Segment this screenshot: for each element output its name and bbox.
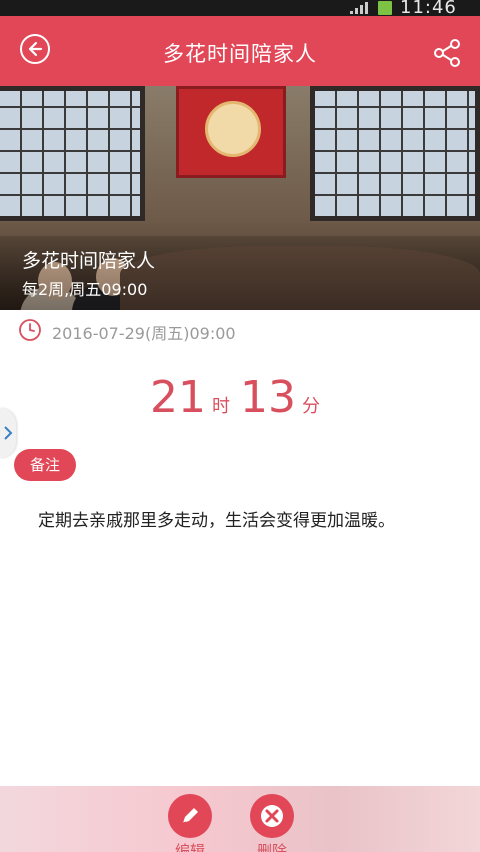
bottom-action-bar: 编辑 删除 — [0, 786, 480, 852]
hero-subtitle: 每2周,周五09:00 — [22, 280, 148, 299]
wall-emblem — [176, 86, 286, 178]
note-text: 定期去亲戚那里多走动，生活会变得更加温暖。 — [38, 511, 395, 531]
signal-icon — [350, 2, 368, 14]
page-title: 多花时间陪家人 — [163, 42, 317, 66]
edit-button[interactable] — [168, 794, 212, 838]
hero-image: 多花时间陪家人 每2周,周五09:00 — [0, 86, 480, 310]
pencil-icon — [182, 808, 198, 824]
edit-label[interactable]: 编辑 — [150, 840, 230, 852]
status-bar: 11:46 — [0, 0, 480, 18]
hero-title: 多花时间陪家人 — [22, 250, 156, 272]
window-right — [310, 86, 480, 221]
chevron-right-icon — [4, 426, 13, 440]
clock-icon — [19, 319, 41, 341]
countdown-minutes-unit: 分 — [302, 396, 320, 417]
side-drawer-handle[interactable] — [0, 408, 16, 458]
window-left — [0, 86, 145, 221]
countdown-hours-unit: 时 — [212, 396, 230, 417]
countdown-minutes: 13 — [240, 372, 296, 423]
countdown-hours: 21 — [150, 372, 206, 423]
note-label-badge: 备注 — [14, 449, 76, 481]
app-header: 多花时间陪家人 — [0, 16, 480, 86]
delete-label[interactable]: 删除 — [232, 840, 312, 852]
battery-icon — [378, 1, 392, 15]
share-icon[interactable] — [432, 38, 462, 68]
countdown: 21 时 13 分 — [0, 372, 480, 423]
event-datetime: 2016-07-29(周五)09:00 — [52, 324, 236, 343]
hero-caption: 多花时间陪家人 每2周,周五09:00 — [0, 236, 480, 310]
delete-button[interactable] — [250, 794, 294, 838]
close-x-icon — [261, 805, 283, 827]
